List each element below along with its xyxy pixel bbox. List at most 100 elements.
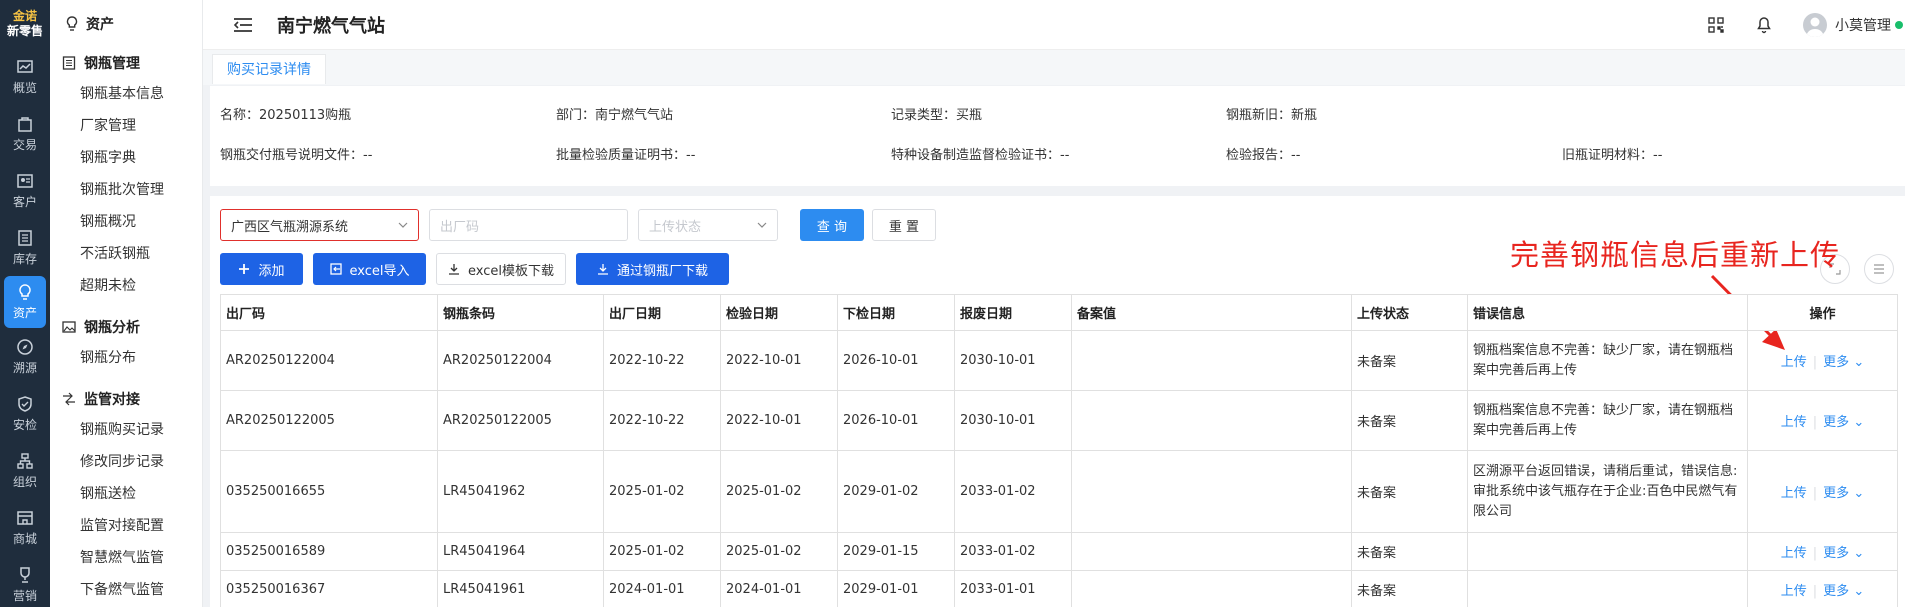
more-dropdown[interactable]: 更多 ⌄ xyxy=(1823,415,1864,430)
cell-filing-value xyxy=(1071,532,1352,571)
cell-inspect-date: 2024-01-01 xyxy=(720,570,838,607)
rail-label: 资产 xyxy=(12,306,37,320)
image-icon xyxy=(62,321,76,333)
col-header: 钢瓶条码 xyxy=(437,294,604,331)
sidebar-item[interactable]: 不活跃钢瓶 xyxy=(50,238,202,270)
tab-purchase-detail[interactable]: 购买记录详情 xyxy=(212,54,326,84)
sidebar-group-cylinder-mgmt[interactable]: 钢瓶管理 xyxy=(50,48,202,78)
cell-actions: 上传 | 更多 ⌄ xyxy=(1747,532,1898,571)
sidebar-item[interactable]: 钢瓶批次管理 xyxy=(50,174,202,206)
factory-code-placeholder: 出厂码 xyxy=(440,219,480,235)
cell-next-inspect: 2026-10-01 xyxy=(837,330,955,391)
factory-code-input[interactable]: 出厂码 xyxy=(429,209,628,241)
main-nav-rail: 金诺 新零售 概览 交易 客户 库存 资产 溯源 安检 组织 商城 营销 xyxy=(0,0,50,607)
cell-filing-value xyxy=(1071,450,1352,533)
upload-status-placeholder: 上传状态 xyxy=(649,219,702,235)
qrcode-icon[interactable] xyxy=(1707,16,1725,34)
cell-next-inspect: 2029-01-02 xyxy=(837,450,955,533)
more-dropdown[interactable]: 更多 ⌄ xyxy=(1823,486,1864,501)
upload-link[interactable]: 上传 xyxy=(1781,546,1807,561)
plus-icon xyxy=(239,264,250,274)
sidebar-item[interactable]: 厂家管理 xyxy=(50,110,202,142)
avatar[interactable] xyxy=(1803,13,1827,37)
query-button[interactable]: 查 询 xyxy=(800,209,864,241)
cell-inspect-date: 2025-01-02 xyxy=(720,450,838,533)
sidebar-item[interactable]: 钢瓶字典 xyxy=(50,142,202,174)
rail-item-security[interactable]: 安检 xyxy=(0,385,50,442)
sidebar-item[interactable]: 超期未检 xyxy=(50,270,202,302)
info-delivery-doc: 钢瓶交付瓶号说明文件：-- xyxy=(220,148,373,163)
cell-factory-code: 035250016655 xyxy=(220,450,438,533)
sidebar-item[interactable]: 钢瓶概况 xyxy=(50,206,202,238)
sidebar-item[interactable]: 钢瓶送检 xyxy=(50,478,202,510)
factory-download-label: 通过钢瓶厂下载 xyxy=(616,263,708,279)
upload-status-select[interactable]: 上传状态 xyxy=(638,209,778,241)
logo-line1: 金诺 xyxy=(12,9,37,23)
shield-icon xyxy=(18,395,32,412)
cell-factory-date: 2025-01-02 xyxy=(603,450,721,533)
more-label: 更多 xyxy=(1823,546,1850,561)
more-dropdown[interactable]: 更多 ⌄ xyxy=(1823,355,1864,370)
rail-item-assets[interactable]: 资产 xyxy=(4,276,46,328)
col-header: 备案值 xyxy=(1071,294,1352,331)
reset-button[interactable]: 重 置 xyxy=(872,209,936,241)
more-label: 更多 xyxy=(1823,415,1850,430)
sidebar-item[interactable]: 智慧燃气监管 xyxy=(50,542,202,574)
sidebar-item[interactable]: 修改同步记录 xyxy=(50,446,202,478)
cell-next-inspect: 2029-01-15 xyxy=(837,532,955,571)
rail-item-overview[interactable]: 概览 xyxy=(0,48,50,105)
column-settings-button[interactable] xyxy=(1864,254,1894,284)
bell-icon[interactable] xyxy=(1755,16,1773,34)
username[interactable]: 小莫管理 xyxy=(1835,15,1891,35)
more-dropdown[interactable]: 更多 ⌄ xyxy=(1823,584,1864,599)
add-button[interactable]: 添加 xyxy=(220,253,303,285)
table-row: 035250016367 LR45041961 2024-01-01 2024-… xyxy=(220,570,1898,607)
add-button-label: 添加 xyxy=(258,263,285,279)
rail-item-trade[interactable]: 交易 xyxy=(0,105,50,162)
cell-actions: 上传 | 更多 ⌄ xyxy=(1747,330,1898,391)
system-select-value: 广西区气瓶溯源系统 xyxy=(231,219,349,235)
excel-template-download-button[interactable]: excel模板下载 xyxy=(436,253,566,285)
rail-label: 客户 xyxy=(12,194,37,209)
rail-item-marketing[interactable]: 营销 xyxy=(0,556,50,607)
more-label: 更多 xyxy=(1823,584,1850,599)
cell-error-msg xyxy=(1467,570,1748,607)
upload-link[interactable]: 上传 xyxy=(1781,355,1807,370)
sidebar-item[interactable]: 监管对接配置 xyxy=(50,510,202,542)
upload-link[interactable]: 上传 xyxy=(1781,486,1807,501)
cell-barcode: LR45041962 xyxy=(437,450,604,533)
cell-error-msg: 钢瓶档案信息不完善：缺少厂家，请在钢瓶档案中完善后再上传 xyxy=(1467,390,1748,451)
cell-scrap-date: 2033-01-02 xyxy=(954,532,1072,571)
cell-upload-status: 未备案 xyxy=(1351,390,1468,451)
menu-fold-icon[interactable] xyxy=(233,17,253,33)
sidebar-item[interactable]: 下备燃气监管 xyxy=(50,574,202,606)
system-select[interactable]: 广西区气瓶溯源系统 xyxy=(220,209,419,241)
cell-scrap-date: 2033-01-02 xyxy=(954,450,1072,533)
sidebar-item[interactable]: 钢瓶基本信息 xyxy=(50,78,202,110)
sidebar-item[interactable]: 钢瓶购买记录 xyxy=(50,414,202,446)
cell-factory-code: AR20250122004 xyxy=(220,330,438,391)
sidebar-item[interactable]: 钢瓶分布 xyxy=(50,342,202,374)
sidebar-group-cylinder-analysis[interactable]: 钢瓶分析 xyxy=(50,312,202,342)
excel-import-button[interactable]: excel导入 xyxy=(313,253,426,285)
info-inspection-report: 检验报告：-- xyxy=(1226,148,1301,163)
upload-link[interactable]: 上传 xyxy=(1781,584,1807,599)
cell-next-inspect: 2026-10-01 xyxy=(837,390,955,451)
rail-item-customer[interactable]: 客户 xyxy=(0,162,50,219)
rail-item-trace[interactable]: 溯源 xyxy=(0,328,50,385)
cell-barcode: AR20250122004 xyxy=(437,330,604,391)
sidebar-group-regulatory[interactable]: 监管对接 xyxy=(50,384,202,414)
download-icon xyxy=(449,264,459,275)
sidebar-group-label: 钢瓶分析 xyxy=(84,320,140,336)
cell-factory-code: AR20250122005 xyxy=(220,390,438,451)
store-icon xyxy=(17,510,33,525)
more-dropdown[interactable]: 更多 ⌄ xyxy=(1823,546,1864,561)
upload-link[interactable]: 上传 xyxy=(1781,415,1807,430)
rail-item-org[interactable]: 组织 xyxy=(0,442,50,499)
bag-icon xyxy=(18,116,32,132)
rail-item-inventory[interactable]: 库存 xyxy=(0,219,50,276)
factory-download-button[interactable]: 通过钢瓶厂下载 xyxy=(576,253,729,285)
rail-item-store[interactable]: 商城 xyxy=(0,499,50,556)
cell-upload-status: 未备案 xyxy=(1351,532,1468,571)
more-label: 更多 xyxy=(1823,486,1850,501)
